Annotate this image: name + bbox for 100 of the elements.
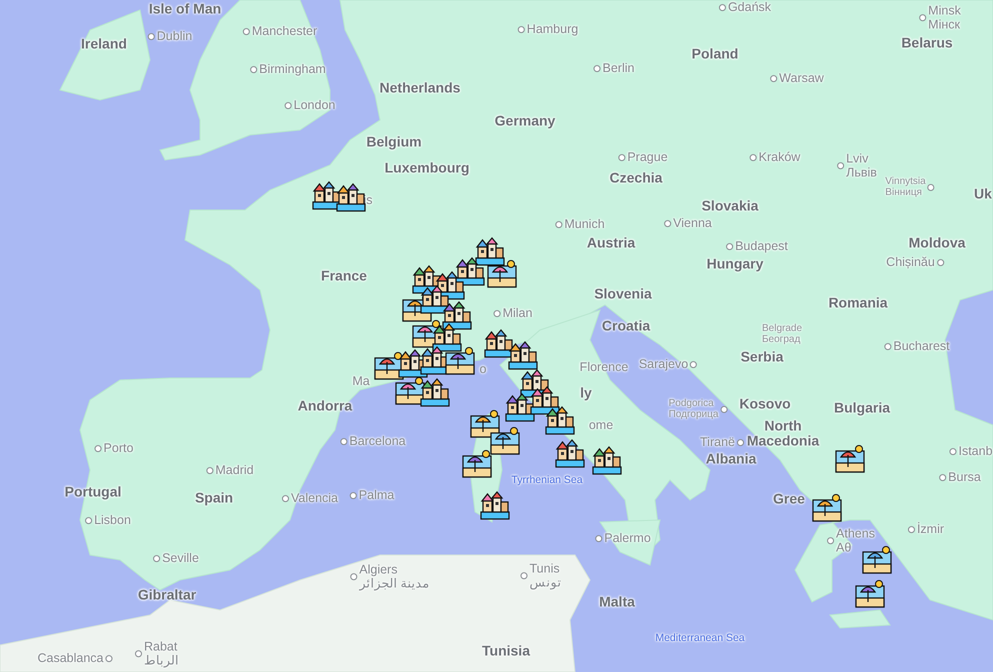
country-label: Andorra: [298, 398, 352, 414]
town-marker-icon[interactable]: [508, 340, 538, 370]
city-label: Athens: [836, 527, 875, 541]
country-label: Malta: [599, 594, 635, 610]
city-label: Lisbon: [94, 514, 131, 528]
beach-marker-icon[interactable]: [855, 578, 885, 608]
country-label: Slovenia: [594, 286, 652, 302]
native-name-label: Београд: [762, 334, 802, 345]
town-marker-icon[interactable]: [420, 284, 450, 314]
city-label: London: [294, 99, 336, 113]
city-label: o: [480, 363, 486, 377]
sea-label: Tyrrhenian Sea: [511, 475, 583, 487]
native-name-label: Αθ: [836, 541, 852, 555]
beach-marker-icon[interactable]: [374, 350, 404, 380]
country-label: Gree: [773, 491, 805, 507]
town-marker-icon[interactable]: [484, 328, 514, 358]
country-label: Moldova: [908, 235, 966, 251]
country-label: Bulgaria: [834, 400, 890, 416]
city-label: Munich: [564, 218, 605, 232]
country-label: Spain: [194, 490, 234, 506]
city-label: Budapest: [735, 240, 788, 254]
city-label: Berlin: [602, 62, 634, 76]
native-name-label: الرباط: [144, 654, 179, 668]
country-label: Gibraltar: [138, 587, 196, 603]
city-label: Barcelona: [349, 435, 406, 449]
city-label: Kraków: [758, 151, 800, 165]
city-dot-icon: [148, 34, 155, 40]
sea-label: Mediterranean Sea: [655, 633, 745, 645]
town-marker-icon[interactable]: [530, 385, 560, 415]
country-label: Belarus: [901, 35, 953, 51]
country-label: ly: [580, 385, 592, 401]
city-label: Podgorica: [668, 398, 715, 409]
city-dot-icon: [690, 362, 698, 368]
city-label: Palermo: [604, 532, 651, 546]
city-label: Tunis: [530, 562, 561, 576]
city-dot-icon: [595, 536, 602, 542]
city-dot-icon: [936, 260, 944, 266]
country-label: Croatia: [602, 318, 650, 334]
city-label: Minsk: [928, 4, 961, 18]
country-label: Luxembourg: [384, 160, 470, 176]
country-label: France: [321, 268, 367, 284]
town-marker-icon[interactable]: [545, 405, 575, 435]
city-label: Milan: [502, 307, 532, 321]
country-label: Belgium: [366, 134, 422, 150]
native-name-label: تونس: [530, 576, 562, 590]
city-label: ome: [588, 419, 614, 433]
town-marker-icon[interactable]: [475, 236, 505, 266]
country-label: Albania: [706, 451, 756, 467]
country-label: Ireland: [81, 36, 127, 52]
city-label: Sarajevo: [638, 358, 688, 372]
town-marker-icon[interactable]: [420, 377, 450, 407]
country-label: Netherlands: [380, 80, 460, 96]
beach-marker-icon[interactable]: [862, 544, 892, 574]
beach-marker-icon[interactable]: [470, 408, 500, 438]
native-name-label: Вінниця: [885, 187, 923, 198]
country-label: Slovakia: [702, 198, 758, 214]
city-label: İzmir: [916, 523, 944, 537]
native-name-label: Подгорица: [668, 409, 718, 420]
beach-marker-icon[interactable]: [835, 443, 865, 473]
country-label: Portugal: [64, 484, 122, 500]
city-dot-icon: [106, 656, 112, 662]
beach-marker-icon[interactable]: [462, 448, 492, 478]
country-label: Kosovo: [739, 396, 791, 412]
beach-marker-icon[interactable]: [487, 258, 517, 288]
country-label: Poland: [692, 46, 738, 62]
town-marker-icon[interactable]: [336, 182, 366, 212]
city-label: Vienna: [673, 217, 712, 231]
beach-marker-icon[interactable]: [445, 345, 475, 375]
country-label: Romania: [828, 295, 888, 311]
city-label: Istanb: [958, 445, 993, 459]
city-label: Prague: [627, 151, 668, 165]
city-label: Ma: [352, 375, 370, 389]
town-marker-icon[interactable]: [555, 438, 585, 468]
city-dot-icon: [720, 406, 728, 412]
native-name-label: Мінск: [928, 18, 961, 32]
country-label: Tunisia: [482, 643, 530, 659]
beach-marker-icon[interactable]: [395, 375, 425, 405]
city-label: Florence: [580, 361, 628, 375]
city-label: Gdańsk: [728, 1, 772, 15]
city-dot-icon: [350, 492, 357, 500]
city-label: Dublin: [156, 30, 192, 44]
beach-marker-icon[interactable]: [812, 492, 842, 522]
city-label: is: [363, 194, 373, 208]
country-label: North Macedonia: [746, 418, 820, 450]
city-label: Valencia: [290, 492, 338, 506]
city-label: Palma: [358, 489, 394, 503]
country-label: Serbia: [740, 349, 784, 365]
town-marker-icon[interactable]: [432, 322, 462, 352]
country-label: Hungary: [706, 256, 764, 272]
city-label: Birmingham: [259, 63, 326, 77]
country-label: Germany: [494, 113, 556, 129]
city-dot-icon: [340, 438, 348, 446]
town-marker-icon[interactable]: [442, 300, 472, 330]
city-label: Chișinău: [886, 256, 935, 270]
city-label: Bursa: [948, 471, 981, 485]
native-name-label: مدينة الجزائر: [359, 577, 430, 591]
beach-marker-icon[interactable]: [490, 425, 520, 455]
town-marker-icon[interactable]: [455, 256, 485, 286]
town-marker-icon[interactable]: [592, 445, 622, 475]
town-marker-icon[interactable]: [480, 490, 510, 520]
